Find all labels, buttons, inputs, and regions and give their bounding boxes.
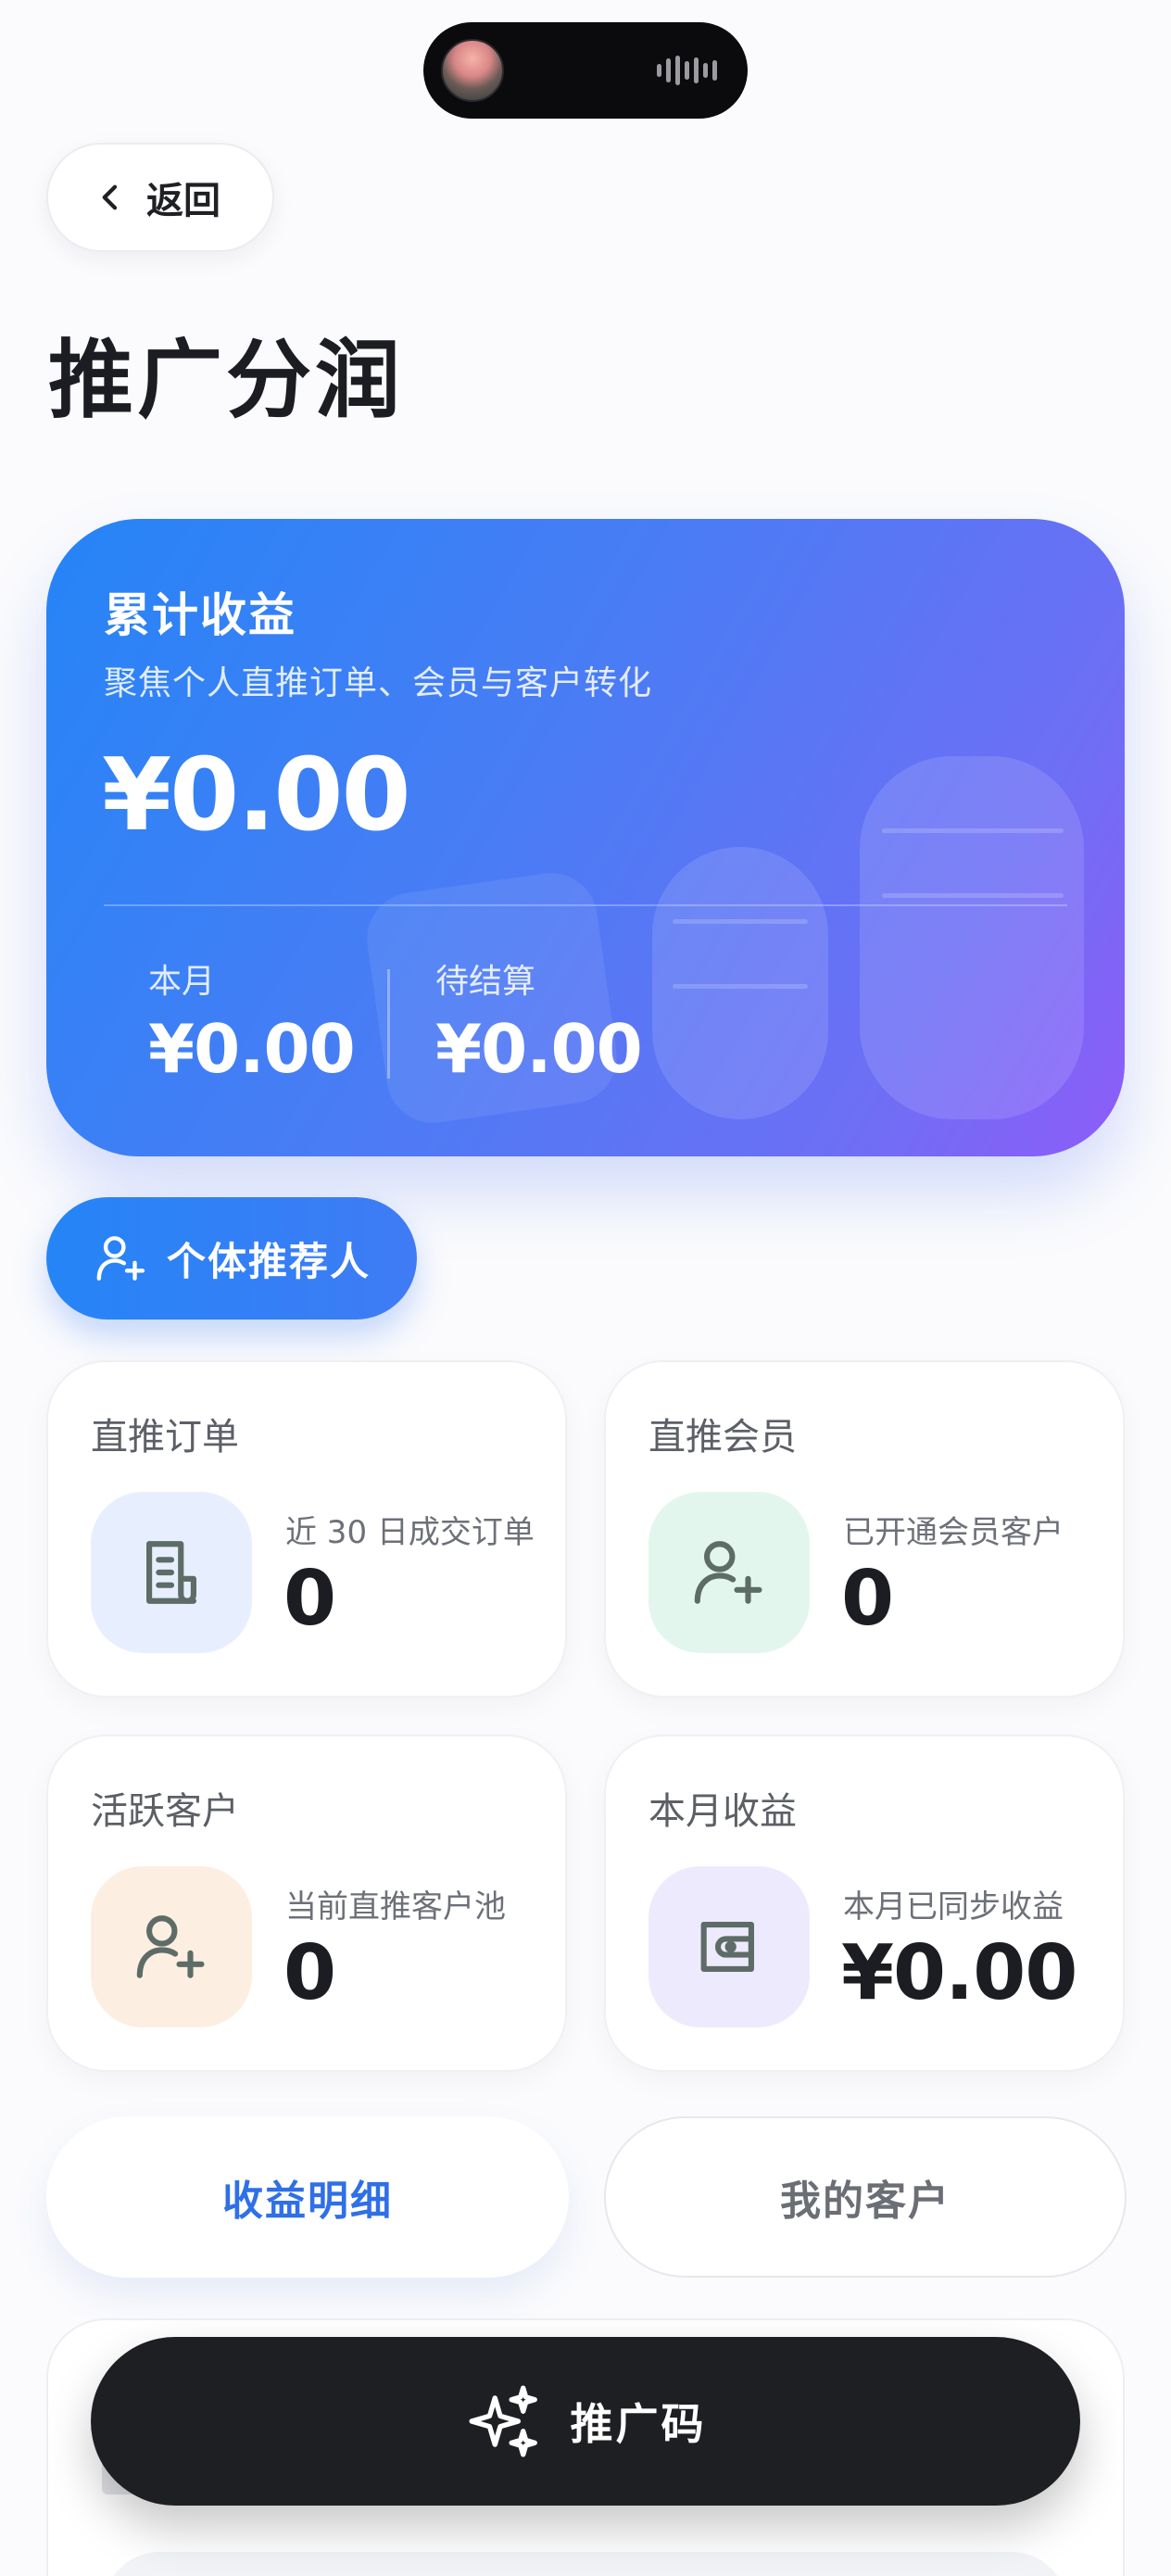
back-button[interactable]: 返回 — [46, 143, 274, 252]
tab-earnings-detail[interactable]: 收益明细 — [46, 2116, 569, 2278]
pending-value: ¥0.00 — [435, 1010, 643, 1088]
audio-wave-icon — [657, 56, 717, 85]
page: 返回 推广分润 累计收益 聚焦个人直推订单、会员与客户转化 ¥0.00 本月 ¥… — [0, 0, 1171, 2576]
card-decoration — [652, 847, 828, 1119]
earnings-title: 累计收益 — [104, 588, 296, 642]
dynamic-island — [423, 22, 748, 119]
stat-title: 直推订单 — [91, 1416, 239, 1458]
stat-description: 本月已同步收益 — [843, 1888, 1064, 1926]
user-plus-icon — [96, 1236, 145, 1281]
receipt-icon — [146, 1541, 196, 1604]
sparkles-icon — [468, 2385, 537, 2457]
earnings-total: ¥0.00 — [102, 738, 411, 853]
stat-card-monthly-earnings[interactable]: 本月收益 本月已同步收益 ¥0.00 — [604, 1735, 1125, 2072]
month-value: ¥0.00 — [148, 1010, 356, 1088]
divider — [387, 969, 390, 1079]
stat-description: 近 30 日成交订单 — [285, 1514, 535, 1551]
stat-icon-box — [91, 1492, 252, 1653]
divider — [104, 904, 1067, 906]
card-decoration — [860, 756, 1084, 1119]
tab-my-customers[interactable]: 我的客户 — [604, 2116, 1127, 2278]
stat-title: 直推会员 — [648, 1416, 797, 1458]
stat-description: 已开通会员客户 — [843, 1514, 1064, 1551]
page-title: 推广分润 — [48, 331, 405, 430]
role-badge-button[interactable]: 个体推荐人 — [46, 1197, 417, 1320]
stat-icon-box — [91, 1866, 252, 2027]
stat-card-active-customers[interactable]: 活跃客户 当前直推客户池 0 — [46, 1735, 567, 2072]
earnings-subtitle: 聚焦个人直推订单、会员与客户转化 — [104, 664, 653, 702]
stat-value: 0 — [283, 1929, 336, 2017]
earnings-card: 累计收益 聚焦个人直推订单、会员与客户转化 ¥0.00 本月 ¥0.00 待结算… — [46, 519, 1125, 1156]
stat-card-direct-orders[interactable]: 直推订单 近 30 日成交订单 0 — [46, 1360, 567, 1698]
stat-value: 0 — [841, 1555, 894, 1643]
content-placeholder — [104, 2552, 1067, 2576]
stat-card-direct-members[interactable]: 直推会员 已开通会员客户 0 — [604, 1360, 1125, 1698]
stat-icon-box — [648, 1866, 810, 2027]
stat-icon-box — [648, 1492, 810, 1653]
pending-label: 待结算 — [435, 963, 536, 1001]
month-label: 本月 — [148, 963, 216, 1001]
stat-title: 本月收益 — [648, 1790, 797, 1833]
avatar — [441, 39, 504, 102]
user-plus-icon — [136, 1915, 205, 1978]
stat-value: 0 — [283, 1555, 336, 1643]
stat-value: ¥0.00 — [841, 1929, 1077, 2017]
stat-title: 活跃客户 — [91, 1790, 239, 1833]
promo-label: 推广码 — [570, 2399, 707, 2449]
chevron-left-icon — [102, 184, 118, 210]
promo-code-button[interactable]: 推广码 — [91, 2337, 1080, 2506]
back-label: 返回 — [146, 180, 220, 222]
wallet-icon — [700, 1922, 754, 1972]
user-plus-icon — [694, 1541, 762, 1604]
stat-description: 当前直推客户池 — [285, 1888, 506, 1926]
role-label: 个体推荐人 — [167, 1238, 371, 1284]
